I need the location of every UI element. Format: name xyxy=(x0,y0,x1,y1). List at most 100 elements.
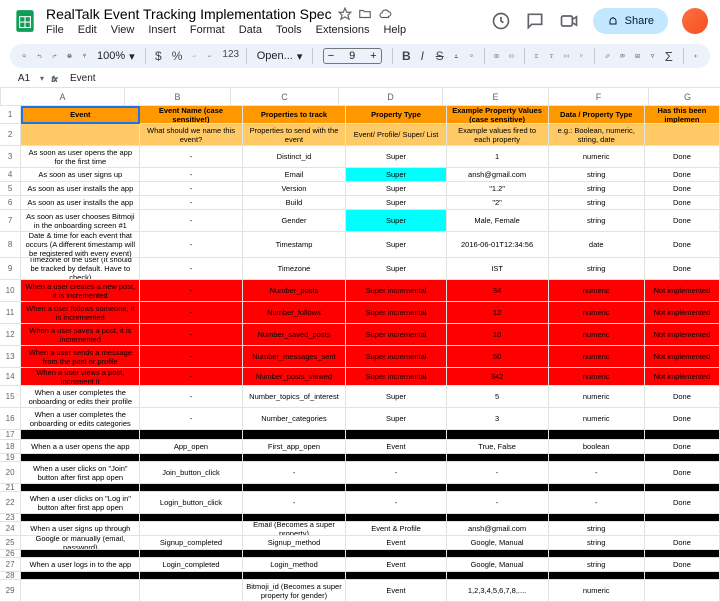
strike-icon[interactable]: S xyxy=(436,49,444,63)
cell[interactable]: - xyxy=(243,492,347,514)
cell[interactable] xyxy=(21,580,140,602)
cell[interactable] xyxy=(447,514,549,522)
cell[interactable]: First_app_open xyxy=(243,440,347,454)
cell[interactable]: numeric xyxy=(549,368,645,386)
cell[interactable] xyxy=(645,550,720,558)
cell[interactable]: numeric xyxy=(549,302,645,324)
cell[interactable]: What should we name this event? xyxy=(140,124,242,146)
cell[interactable]: boolean xyxy=(549,440,645,454)
folder-move-icon[interactable] xyxy=(358,7,372,21)
cell[interactable]: Property Type xyxy=(346,106,446,124)
valign-icon[interactable] xyxy=(549,49,554,63)
cell[interactable]: Not implemented xyxy=(645,280,720,302)
cell[interactable]: Event xyxy=(346,536,446,550)
merge-icon[interactable] xyxy=(509,49,514,63)
menu-view[interactable]: View xyxy=(111,24,135,36)
cell[interactable]: Join_button_click xyxy=(140,462,242,484)
cell[interactable]: numeric xyxy=(549,580,645,602)
cell[interactable]: Version xyxy=(243,182,347,196)
cell[interactable]: numeric xyxy=(549,386,645,408)
cell[interactable]: numeric xyxy=(549,408,645,430)
menu-edit[interactable]: Edit xyxy=(78,24,97,36)
cell[interactable] xyxy=(243,514,347,522)
formula-input[interactable]: Event xyxy=(70,70,96,87)
cell[interactable]: Not implemented xyxy=(645,324,720,346)
cell[interactable]: Event xyxy=(346,558,446,572)
row-header[interactable]: 28 xyxy=(0,572,21,580)
cell[interactable]: - xyxy=(140,346,242,368)
cell[interactable]: As soon as user installs the app xyxy=(21,196,140,210)
cell[interactable]: As soon as user chooses Bitmoji in the o… xyxy=(21,210,140,232)
row-header[interactable]: 25 xyxy=(0,536,21,550)
cell[interactable] xyxy=(140,454,242,462)
cell[interactable]: Done xyxy=(645,232,720,258)
cell[interactable]: Super incremental xyxy=(346,324,446,346)
cell[interactable] xyxy=(549,454,645,462)
cell[interactable]: Timezone xyxy=(243,258,347,280)
cell[interactable] xyxy=(645,454,720,462)
menu-help[interactable]: Help xyxy=(383,24,406,36)
cell[interactable]: When a user sends a message from the pos… xyxy=(21,346,140,368)
row-header[interactable]: 13 xyxy=(0,346,21,368)
cell[interactable] xyxy=(21,550,140,558)
cell[interactable] xyxy=(243,572,347,580)
spreadsheet-grid[interactable]: ABCDEFG 1EventEvent Name (case sensitive… xyxy=(0,88,720,602)
cell[interactable]: Properties to send with the event xyxy=(243,124,347,146)
cell[interactable]: string xyxy=(549,182,645,196)
row-header[interactable]: 4 xyxy=(0,168,21,182)
cell[interactable]: Data / Property Type xyxy=(549,106,645,124)
cell[interactable] xyxy=(140,430,242,440)
cell[interactable]: - xyxy=(140,210,242,232)
cell[interactable]: App_open xyxy=(140,440,242,454)
row-header[interactable]: 1 xyxy=(0,106,21,124)
menu-extensions[interactable]: Extensions xyxy=(316,24,370,36)
cell[interactable]: 5 xyxy=(447,386,549,408)
functions-icon[interactable]: Σ xyxy=(665,49,673,63)
wrap-icon[interactable] xyxy=(564,49,569,63)
cell[interactable] xyxy=(346,550,446,558)
cell[interactable] xyxy=(140,550,242,558)
cell[interactable]: Not implemented xyxy=(645,368,720,386)
cell[interactable]: When a user logs in to the app xyxy=(21,558,140,572)
cell[interactable] xyxy=(140,522,242,536)
row-header[interactable]: 7 xyxy=(0,210,21,232)
cell[interactable]: - xyxy=(549,492,645,514)
column-header[interactable]: A xyxy=(1,88,125,106)
row-header[interactable]: 18 xyxy=(0,440,21,454)
cell[interactable]: - xyxy=(549,462,645,484)
cell[interactable]: Example values fired to each property xyxy=(447,124,549,146)
bold-icon[interactable]: B xyxy=(402,49,411,63)
cell[interactable] xyxy=(21,124,140,146)
cell[interactable]: Done xyxy=(645,210,720,232)
cell[interactable] xyxy=(447,430,549,440)
cell[interactable]: - xyxy=(140,280,242,302)
cell[interactable]: Super xyxy=(346,210,446,232)
cell[interactable]: Super incremental xyxy=(346,302,446,324)
cell[interactable]: Done xyxy=(645,168,720,182)
cell[interactable]: "1.2" xyxy=(447,182,549,196)
cell[interactable]: Super incremental xyxy=(346,346,446,368)
cell[interactable]: Done xyxy=(645,196,720,210)
cell[interactable]: Super xyxy=(346,196,446,210)
menu-format[interactable]: Format xyxy=(190,24,225,36)
borders-icon[interactable] xyxy=(494,49,499,63)
cell[interactable]: "2" xyxy=(447,196,549,210)
cell[interactable]: Number_messages_sent xyxy=(243,346,347,368)
cell[interactable] xyxy=(140,580,242,602)
menu-tools[interactable]: Tools xyxy=(276,24,302,36)
cell[interactable]: - xyxy=(140,146,242,168)
cell[interactable] xyxy=(549,514,645,522)
cell[interactable] xyxy=(549,550,645,558)
cell[interactable]: Done xyxy=(645,440,720,454)
cell[interactable]: Super xyxy=(346,232,446,258)
cell[interactable]: string xyxy=(549,210,645,232)
cell[interactable]: As soon as user installs the app xyxy=(21,182,140,196)
cell[interactable] xyxy=(346,572,446,580)
cell[interactable] xyxy=(549,484,645,492)
column-header[interactable]: B xyxy=(125,88,231,106)
cell[interactable]: Email (Becomes a super property) xyxy=(243,522,347,536)
cell[interactable]: When a a user opens the app xyxy=(21,440,140,454)
cell[interactable] xyxy=(243,430,347,440)
cell[interactable]: Google, Manual xyxy=(447,558,549,572)
cell[interactable]: - xyxy=(346,462,446,484)
